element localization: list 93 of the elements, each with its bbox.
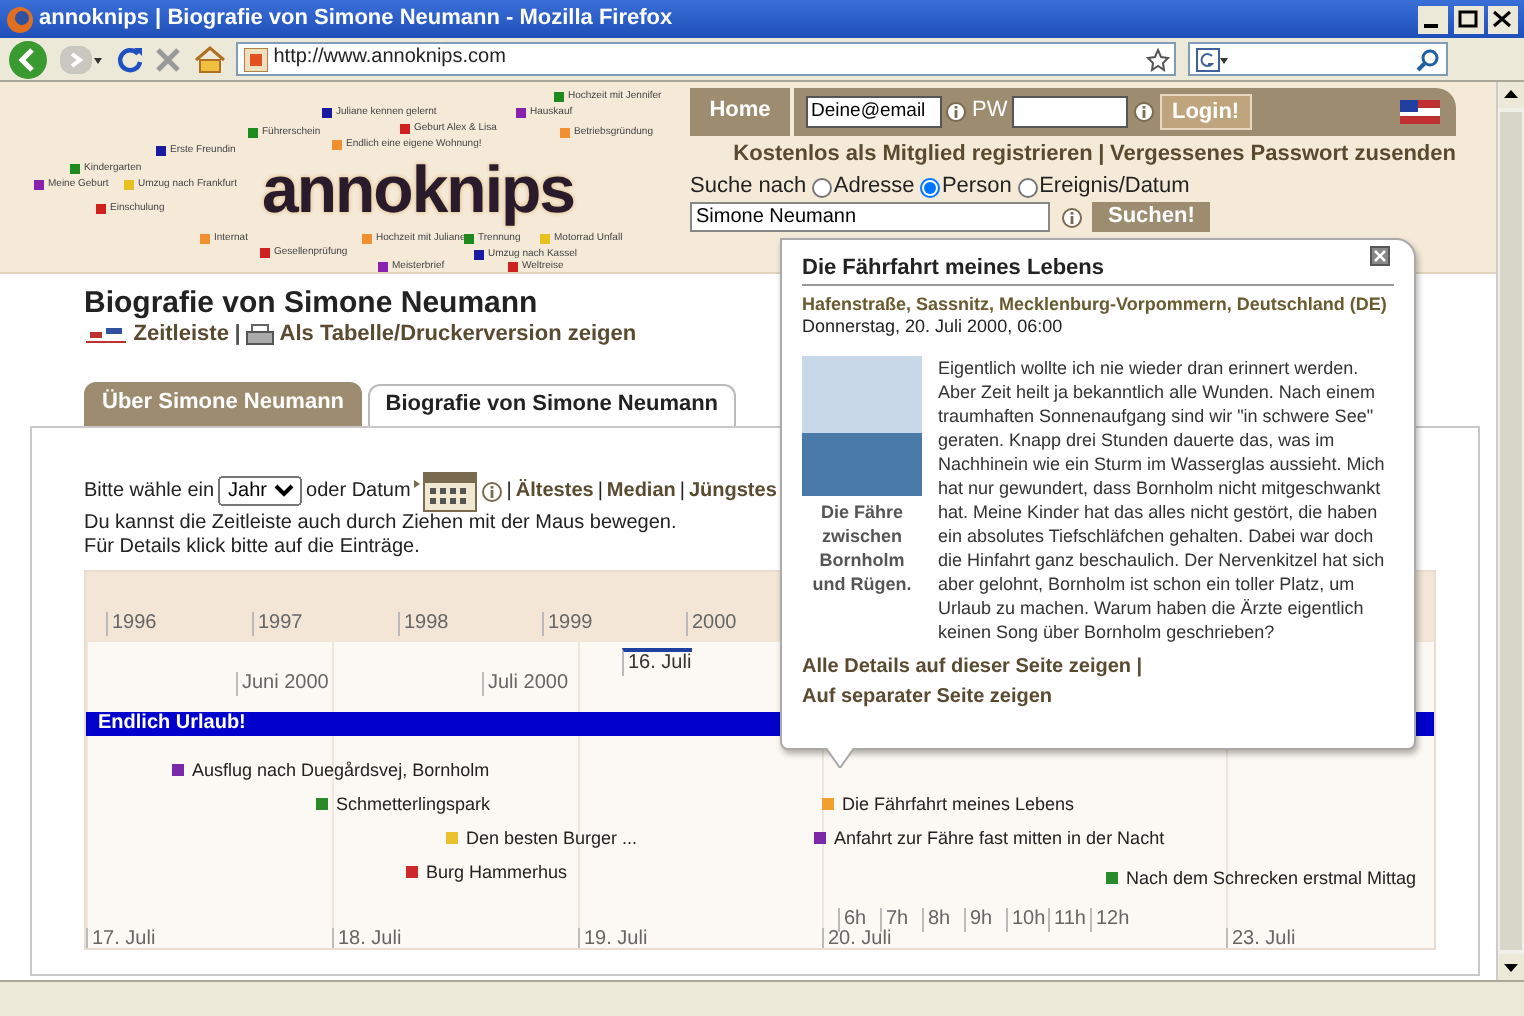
day-label: 18. Juli <box>332 927 402 948</box>
event-label[interactable]: Burg Hammerhus <box>426 861 568 884</box>
hint-text: Für Details klick bitte auf die Einträge. <box>84 536 420 562</box>
search-label: Suche nach <box>690 174 807 202</box>
separator: | <box>506 479 512 504</box>
year-label: 1998 <box>398 611 449 636</box>
hour-label: 9h <box>964 907 993 932</box>
close-icon[interactable] <box>1488 5 1519 33</box>
page-title: Biografie von Simone Neumann <box>84 285 538 323</box>
day-label: 17. Juli <box>86 927 156 948</box>
jump-link[interactable]: Jüngstes <box>688 479 777 504</box>
window-title: annoknips | Biografie von Simone Neumann - Mozilla Firefox <box>39 5 675 33</box>
day-label: 19. Juli <box>578 927 648 948</box>
popup-link[interactable]: Alle Details auf dieser Seite zeigen <box>802 655 1132 680</box>
account-link[interactable]: Vergessenes Passwort zusenden <box>1109 141 1456 169</box>
scroll-up-icon[interactable] <box>1498 82 1524 108</box>
maximize-icon[interactable] <box>1453 5 1483 33</box>
tab[interactable]: Biografie von Simone Neumann <box>367 384 737 426</box>
info-icon[interactable] <box>946 101 967 122</box>
separator: | <box>679 479 685 504</box>
year-select[interactable]: Jahr <box>218 476 303 507</box>
event-label[interactable]: Ausflug nach Duegårdsvej, Bornholm <box>192 759 490 782</box>
address-bar[interactable]: http://www.annoknips.com <box>236 42 1177 76</box>
hour-label: 6h <box>838 907 867 932</box>
photo-placeholder <box>802 356 922 496</box>
hour-label: 10h <box>1006 907 1046 932</box>
app-icon <box>5 5 34 33</box>
account-link[interactable]: Kostenlos als Mitglied registrieren <box>733 141 1093 169</box>
jump-link[interactable]: Ältestes <box>515 479 594 504</box>
view-link[interactable]: Als Tabelle/Druckerversion zeigen <box>279 322 637 350</box>
radio-label[interactable]: Person <box>941 174 1012 202</box>
logo[interactable]: annoknips <box>256 152 581 228</box>
close-icon[interactable] <box>1370 245 1390 266</box>
separator: | <box>234 322 241 350</box>
radio-button[interactable] <box>919 178 940 198</box>
separator: | <box>1098 141 1105 169</box>
jump-link[interactable]: Median <box>606 479 676 504</box>
star-icon[interactable] <box>1145 47 1169 71</box>
timeline-icon <box>84 326 128 347</box>
site-icon <box>244 47 268 71</box>
calendar-icon[interactable] <box>414 471 479 512</box>
back-icon[interactable] <box>5 39 50 79</box>
view-link[interactable]: Zeitleiste <box>133 322 229 350</box>
home-icon[interactable] <box>193 45 226 73</box>
radio-button[interactable] <box>811 178 832 198</box>
flag-icon[interactable] <box>1400 99 1440 124</box>
popup-link[interactable]: Auf separater Seite zeigen <box>802 685 1053 711</box>
event-label[interactable]: Schmetterlingspark <box>336 793 491 816</box>
prompt-text: oder Datum <box>306 479 411 504</box>
month-label: Juli 2000 <box>482 671 569 696</box>
password-label: PW <box>972 97 1008 126</box>
hour-label: 12h <box>1090 907 1130 932</box>
photo-caption: Die Fähre zwischen Bornholm und Rügen. <box>810 500 914 596</box>
hint-text: Du kannst die Zeitleiste auch durch Ziehen mit der Maus bewegen. <box>84 511 677 537</box>
search-field[interactable] <box>1187 42 1448 76</box>
popup-title: Die Fährfahrt meines Lebens <box>802 255 1394 285</box>
day-label: 20. Juli <box>822 927 892 948</box>
info-icon[interactable] <box>1134 101 1155 122</box>
event-label[interactable]: Den besten Burger ... <box>466 827 638 850</box>
address-text: Hafenstraße, Sassnitz, Mecklenburg-Vorpommern, Deutschland (DE) <box>802 293 1389 316</box>
password-field[interactable] <box>1012 95 1129 128</box>
month-label: Juni 2000 <box>236 671 329 696</box>
search-icon[interactable] <box>1416 47 1440 71</box>
event-label[interactable]: Anfahrt zur Fähre fast mitten in der Nacht <box>834 827 1165 850</box>
description-text: Eigentlich wollte ich nie wieder dran erinnert werden. Aber Zeit heilt ja bekanntlich alle Wunden. Nach einem traumhaften Sonnenaufgang sind wir "in schwere See" geraten. Knapp drei Stunden dauerte das, was im Nachhinein wie ein Sturm im Wasserglas aussieht. Mich hat nur gewundert, dass Bornholm nicht mitgeschwankt hat. Meine Kinder hat das alles nicht gestört, die haben ein absolutes Tiefschläfchen gehalten. Dabei war doch die Hinfahrt ganz beschaulich. Der Nervenkitzel hat sich aber gelohnt, Bornholm ist schon ein toller Platz, um Urlaub zu machen. Warum haben die Ärzte eigentlich keinen Song über Bornholm geschrieben? <box>938 356 1387 644</box>
url-text: http://www.annoknips.com <box>273 46 508 72</box>
radio-label[interactable]: Ereignis/Datum <box>1039 174 1190 202</box>
minimize-icon[interactable] <box>1417 5 1448 33</box>
hour-label: 7h <box>880 907 909 932</box>
hour-label: 11h <box>1048 907 1086 932</box>
year-label: 1996 <box>106 611 157 636</box>
scroll-down-icon[interactable] <box>1498 954 1524 980</box>
printer-icon <box>246 324 275 349</box>
date-text: Donnerstag, 20. Juli 2000, 06:00 <box>802 315 1065 338</box>
separator: | <box>1136 655 1143 680</box>
info-icon[interactable] <box>1061 207 1081 227</box>
radio-button[interactable] <box>1017 178 1038 198</box>
radio-label[interactable]: Adresse <box>833 174 915 202</box>
event-label[interactable]: Nach dem Schrecken erstmal Mittag <box>1126 867 1417 890</box>
search-input[interactable]: Simone Neumann <box>690 202 1050 232</box>
year-label: 1997 <box>252 611 303 636</box>
prompt-text: Bitte wähle ein <box>84 479 215 504</box>
year-label: 1999 <box>542 611 593 636</box>
scrollbar[interactable] <box>1496 82 1524 980</box>
event-label[interactable]: Die Fährfahrt meines Lebens <box>842 793 1075 816</box>
separator: | <box>597 479 603 504</box>
search-engine-icon[interactable] <box>1195 47 1227 71</box>
reload-icon[interactable] <box>115 45 144 73</box>
hour-label: 8h <box>922 907 951 932</box>
day-label: 23. Juli <box>1226 927 1296 948</box>
email-field[interactable]: Deine@email <box>805 95 941 128</box>
info-icon[interactable] <box>482 481 503 502</box>
year-label: 2000 <box>686 611 737 636</box>
